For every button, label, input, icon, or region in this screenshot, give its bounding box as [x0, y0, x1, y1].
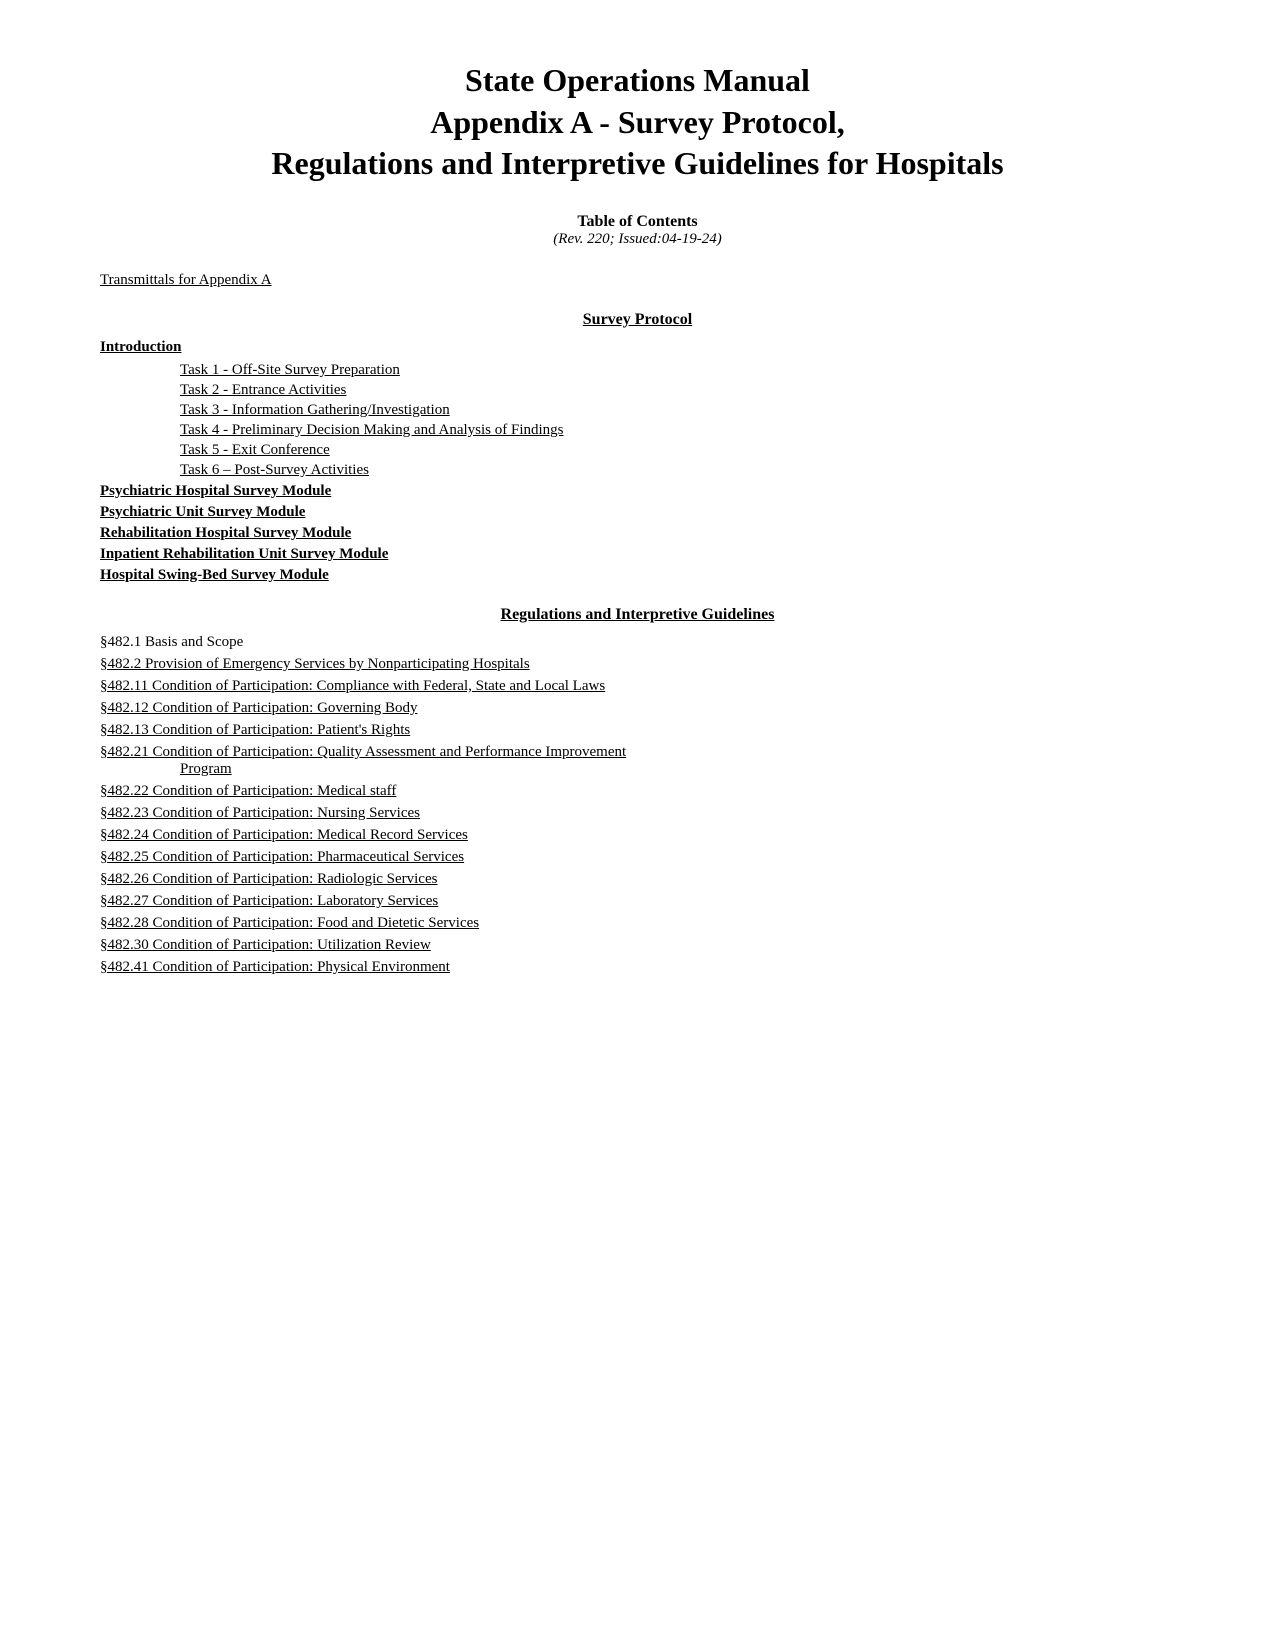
reg-482-28[interactable]: §482.28 Condition of Participation: Food…: [100, 915, 1175, 932]
reg-482-26[interactable]: §482.26 Condition of Participation: Radi…: [100, 871, 1175, 888]
reg-482-27[interactable]: §482.27 Condition of Participation: Labo…: [100, 893, 1175, 910]
task-4[interactable]: Task 4 - Preliminary Decision Making and…: [180, 422, 1175, 439]
survey-protocol-label: Survey Protocol: [583, 311, 692, 328]
task-list: Task 1 - Off-Site Survey Preparation Tas…: [180, 362, 1175, 479]
inpatient-rehab-unit-module[interactable]: Inpatient Rehabilitation Unit Survey Mod…: [100, 546, 1175, 563]
title-line1: State Operations Manual: [465, 62, 810, 98]
modules-list: Psychiatric Hospital Survey Module Psych…: [100, 483, 1175, 584]
toc-header: Table of Contents (Rev. 220; Issued:04-1…: [100, 213, 1175, 248]
reg-482-13[interactable]: §482.13 Condition of Participation: Pati…: [100, 722, 1175, 739]
reg-482-25[interactable]: §482.25 Condition of Participation: Phar…: [100, 849, 1175, 866]
title-line2: Appendix A - Survey Protocol,: [430, 104, 845, 140]
reg-482-12[interactable]: §482.12 Condition of Participation: Gove…: [100, 700, 1175, 717]
hospital-swing-bed-module[interactable]: Hospital Swing-Bed Survey Module: [100, 567, 1175, 584]
regulations-list: §482.1 Basis and Scope §482.2 Provision …: [100, 634, 1175, 976]
reg-482-21-line2: Program: [180, 761, 1175, 778]
task-1[interactable]: Task 1 - Off-Site Survey Preparation: [180, 362, 1175, 379]
regs-heading-container: Regulations and Interpretive Guidelines: [100, 606, 1175, 624]
reg-482-11[interactable]: §482.11 Condition of Participation: Comp…: [100, 678, 1175, 695]
reg-482-1: §482.1 Basis and Scope: [100, 634, 1175, 651]
transmittals-link[interactable]: Transmittals for Appendix A: [100, 272, 272, 288]
psychiatric-hospital-module[interactable]: Psychiatric Hospital Survey Module: [100, 483, 1175, 500]
rehabilitation-hospital-module[interactable]: Rehabilitation Hospital Survey Module: [100, 525, 1175, 542]
introduction-heading: Introduction: [100, 339, 1175, 356]
reg-482-21-line1: §482.21 Condition of Participation: Qual…: [100, 744, 1175, 761]
page-title: State Operations Manual Appendix A - Sur…: [100, 60, 1175, 185]
reg-482-24[interactable]: §482.24 Condition of Participation: Medi…: [100, 827, 1175, 844]
reg-482-23[interactable]: §482.23 Condition of Participation: Nurs…: [100, 805, 1175, 822]
task-6[interactable]: Task 6 – Post-Survey Activities: [180, 462, 1175, 479]
transmittals-section: Transmittals for Appendix A: [100, 272, 1175, 289]
reg-482-21[interactable]: §482.21 Condition of Participation: Qual…: [100, 744, 1175, 778]
reg-482-2[interactable]: §482.2 Provision of Emergency Services b…: [100, 656, 1175, 673]
regs-heading: Regulations and Interpretive Guidelines: [501, 606, 775, 623]
toc-rev: (Rev. 220; Issued:04-19-24): [100, 231, 1175, 248]
survey-protocol-heading: Survey Protocol: [100, 311, 1175, 329]
toc-title: Table of Contents: [100, 213, 1175, 231]
psychiatric-unit-module[interactable]: Psychiatric Unit Survey Module: [100, 504, 1175, 521]
title-line3: Regulations and Interpretive Guidelines …: [271, 145, 1003, 181]
task-2[interactable]: Task 2 - Entrance Activities: [180, 382, 1175, 399]
task-5[interactable]: Task 5 - Exit Conference: [180, 442, 1175, 459]
task-3[interactable]: Task 3 - Information Gathering/Investiga…: [180, 402, 1175, 419]
reg-482-41[interactable]: §482.41 Condition of Participation: Phys…: [100, 959, 1175, 976]
reg-482-30[interactable]: §482.30 Condition of Participation: Util…: [100, 937, 1175, 954]
reg-482-22[interactable]: §482.22 Condition of Participation: Medi…: [100, 783, 1175, 800]
